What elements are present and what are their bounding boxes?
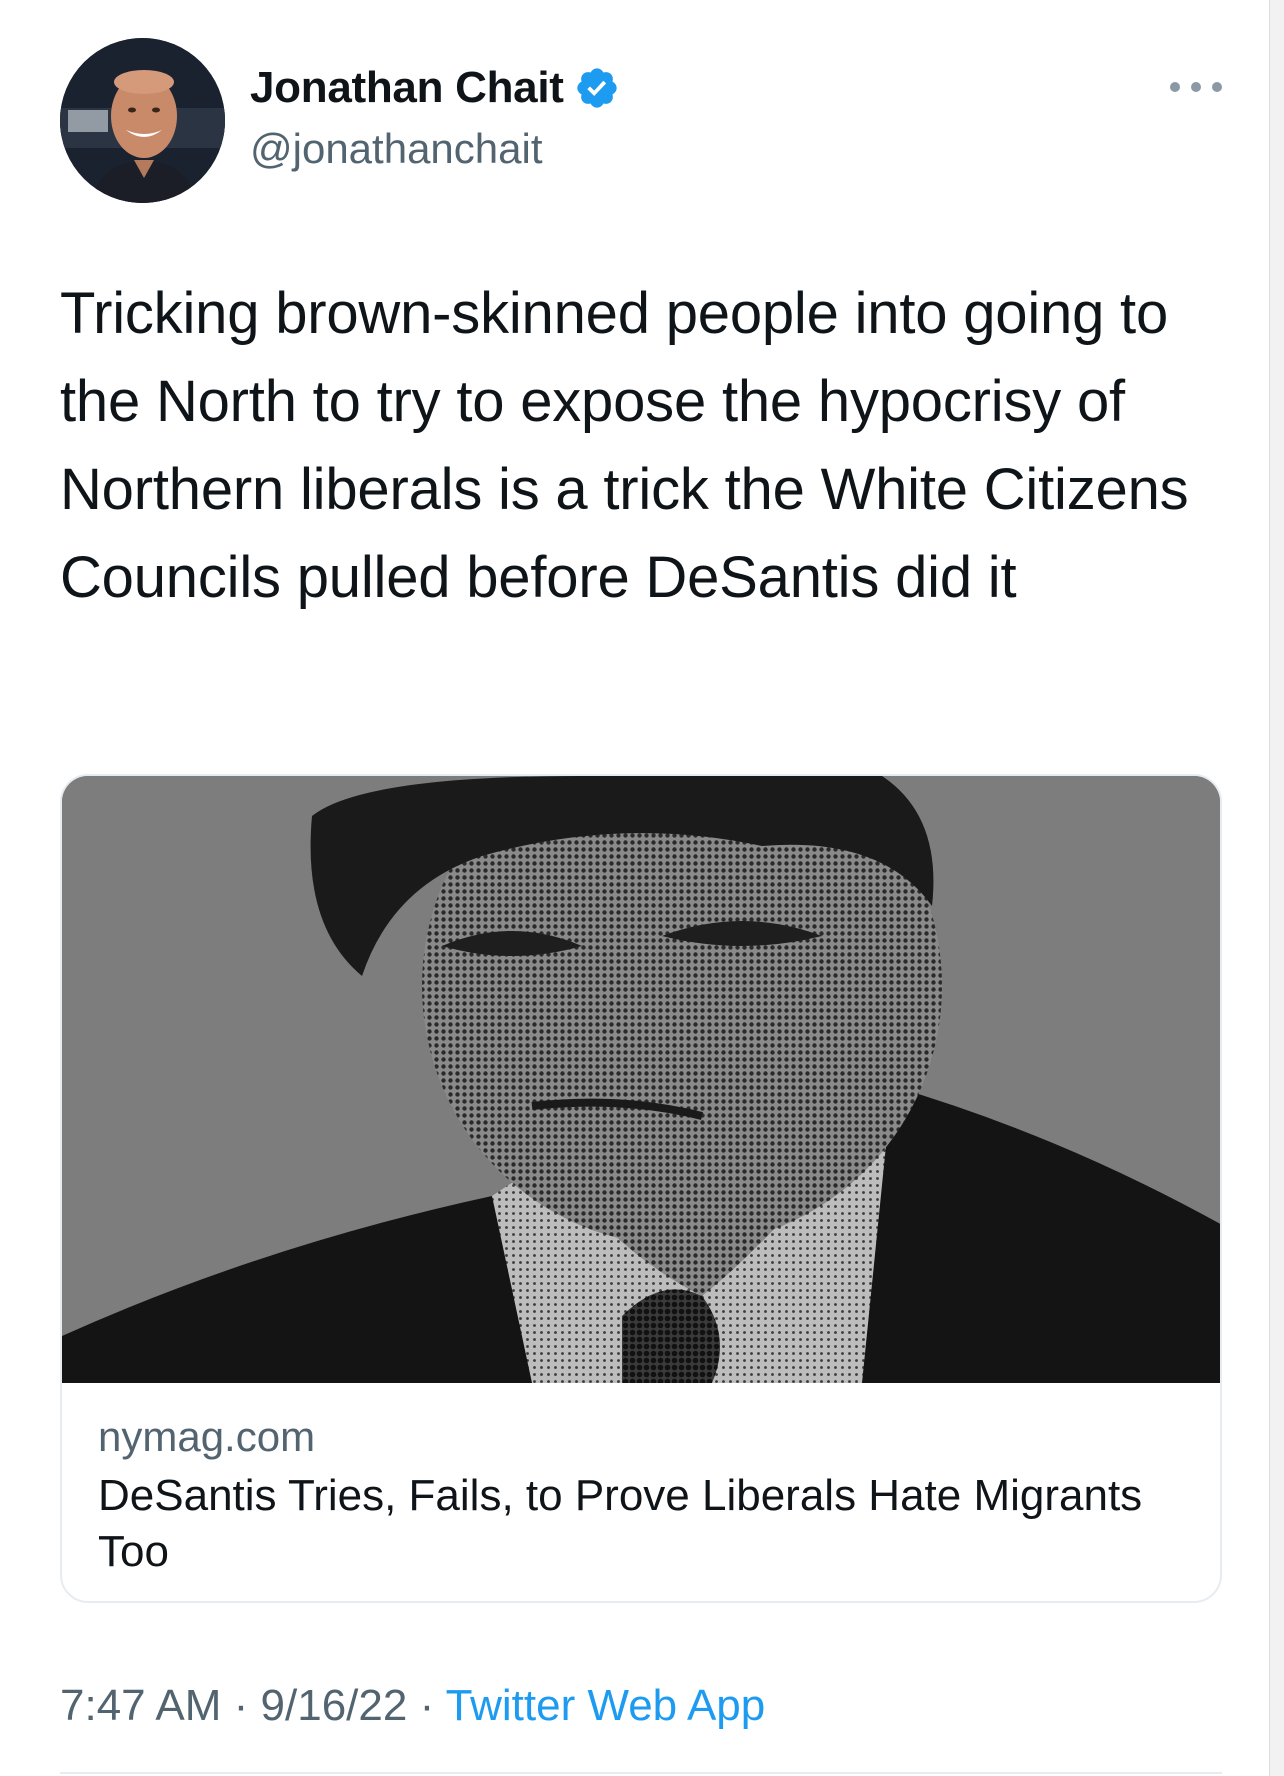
tweet: Jonathan Chait @jonathanchait Tricking b…: [0, 0, 1266, 1776]
more-dot: [1191, 82, 1201, 92]
tweet-date[interactable]: 9/16/22: [261, 1681, 408, 1730]
avatar-photo: [60, 38, 225, 203]
meta-separator: ·: [221, 1681, 261, 1730]
divider: [60, 1772, 1222, 1774]
tweet-text: Tricking brown-skinned people into going…: [60, 281, 1189, 610]
more-options-icon[interactable]: [1170, 70, 1222, 104]
author-handle[interactable]: @jonathanchait: [250, 124, 543, 174]
link-card-domain: nymag.com: [98, 1413, 316, 1460]
tweet-meta: 7:47 AM · 9/16/22 · Twitter Web App: [60, 1680, 765, 1732]
link-card-image: [62, 776, 1220, 1383]
tweet-time[interactable]: 7:47 AM: [60, 1681, 221, 1730]
more-dot: [1212, 82, 1222, 92]
avatar[interactable]: [60, 38, 225, 203]
tweet-source[interactable]: Twitter Web App: [446, 1681, 766, 1730]
link-card[interactable]: nymag.com DeSantis Tries, Fails, to Prov…: [60, 774, 1222, 1603]
scrollbar[interactable]: [1269, 0, 1284, 1776]
more-dot: [1170, 82, 1180, 92]
author-name[interactable]: Jonathan Chait: [250, 62, 564, 114]
author-name-row[interactable]: Jonathan Chait: [250, 62, 620, 114]
verified-badge-icon: [574, 65, 620, 111]
meta-separator: ·: [407, 1681, 446, 1730]
link-card-title: DeSantis Tries, Fails, to Prove Liberals…: [98, 1471, 1143, 1576]
